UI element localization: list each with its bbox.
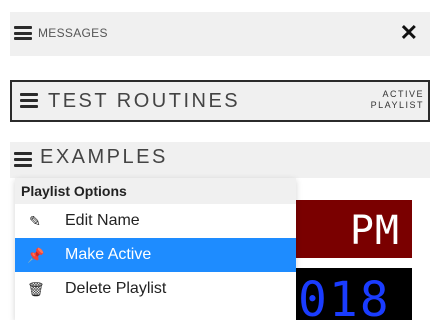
trash-icon: 🗑 (27, 281, 45, 297)
playlist-test-routines[interactable]: TEST ROUTINES ACTIVE PLAYLIST (10, 80, 430, 122)
messages-panel[interactable]: MESSAGES ✕ (10, 12, 430, 56)
clock-digits: 018 (298, 272, 391, 320)
menu-item-make-active[interactable]: 📌 Make Active (15, 238, 296, 272)
hamburger-icon[interactable] (20, 93, 38, 108)
clock-ampm: PM (349, 208, 400, 254)
close-icon[interactable]: ✕ (400, 22, 418, 44)
menu-item-label: Delete Playlist (65, 280, 167, 297)
playlist-title: TEST ROUTINES (48, 90, 241, 112)
pin-icon: 📌 (27, 247, 45, 263)
clock-digits-display: 018 (296, 268, 412, 320)
pencil-icon: ✎ (29, 213, 41, 229)
menu-item-label: Edit Name (65, 212, 140, 229)
playlist-title: EXAMPLES (40, 146, 168, 168)
messages-title: MESSAGES (38, 26, 108, 40)
menu-item-label: Make Active (65, 246, 152, 263)
menu-item-edit-name[interactable]: ✎ Edit Name (15, 204, 296, 238)
menu-item-delete-playlist[interactable]: 🗑 Delete Playlist (15, 272, 296, 306)
hamburger-icon[interactable] (14, 152, 32, 167)
hamburger-icon[interactable] (14, 26, 32, 40)
playlist-examples[interactable]: EXAMPLES (10, 142, 430, 178)
clock-ampm-display: PM (296, 200, 412, 258)
playlist-options-menu: Playlist Options ✎ Edit Name 📌 Make Acti… (15, 178, 296, 320)
menu-header: Playlist Options (15, 178, 296, 204)
active-playlist-badge: ACTIVE PLAYLIST (370, 89, 424, 110)
